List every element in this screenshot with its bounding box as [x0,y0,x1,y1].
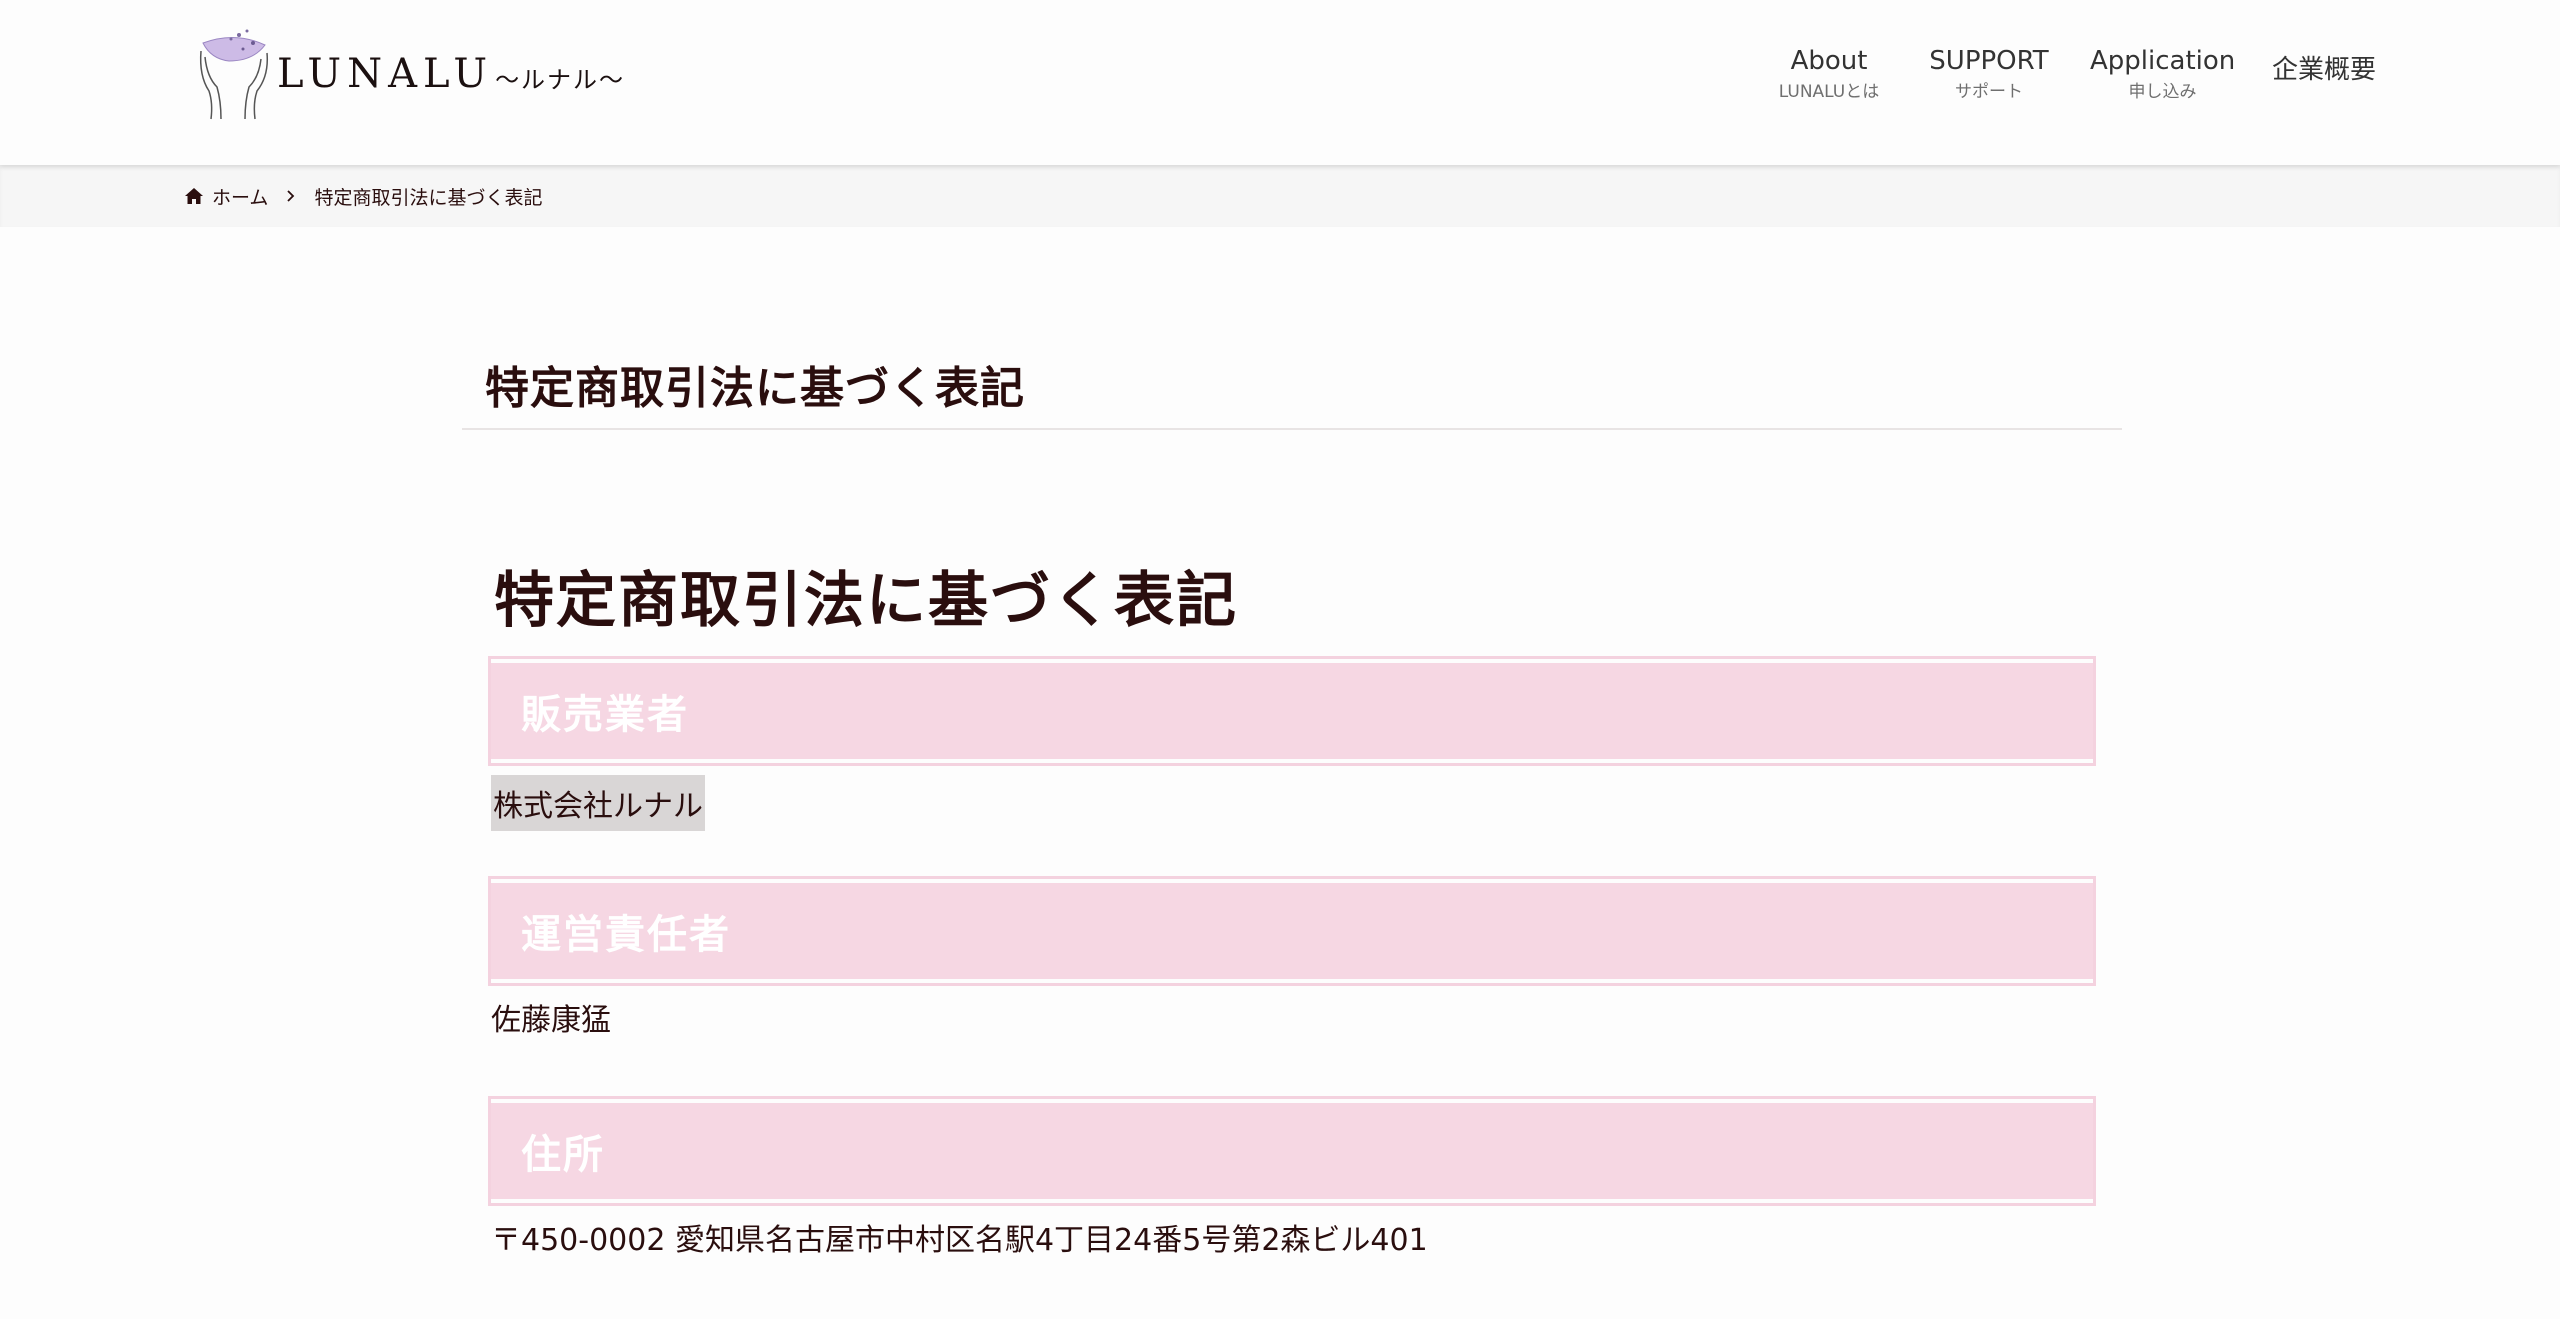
main-nav: About LUNALUとは SUPPORT サポート Application … [0,44,2560,114]
breadcrumb-current: 特定商取引法に基づく表記 [314,186,543,209]
breadcrumb-home-label: ホーム [212,186,269,209]
page-title: 特定商取引法に基づく表記 [485,363,1025,414]
manager-name: 佐藤康猛 [491,1003,611,1038]
nav-item-about[interactable]: About LUNALUとは [1770,44,1888,104]
breadcrumb-home-link[interactable]: ホーム [184,183,268,210]
section-heading-manager: 運営責任者 [488,876,2096,986]
section-body-seller: 株式会社ルナル [491,763,2093,879]
title-divider [462,428,2122,430]
nav-item-company[interactable]: 企業概要 [2268,53,2380,87]
chevron-right-icon [287,190,295,202]
nav-item-sublabel: サポート [1955,82,2023,102]
nav-item-label: 企業概要 [2271,55,2376,85]
nav-item-label: Application [2090,46,2236,76]
section-heading-seller: 販売業者 [488,656,2096,766]
nav-item-sublabel: 申し込み [2128,82,2197,102]
nav-item-application[interactable]: Application 申し込み [2090,44,2235,104]
nav-item-label: SUPPORT [1929,46,2049,76]
nav-item-sublabel: LUNALUとは [1778,82,1880,102]
breadcrumb: ホーム 特定商取引法に基づく表記 [0,165,2560,227]
seller-name: 株式会社ルナル [491,775,705,831]
content-heading: 特定商取引法に基づく表記 [494,566,1238,636]
section-heading-address: 住所 [488,1096,2096,1206]
section-body-manager: 佐藤康猛 [491,983,2093,1099]
section-heading-label: 運営責任者 [521,912,731,958]
address-text: 〒450-0002 愛知県名古屋市中村区名駅4丁目24番5号第2森ビル401 [491,1223,1428,1258]
nav-item-support[interactable]: SUPPORT サポート [1924,44,2054,104]
nav-item-label: About [1790,46,1868,76]
section-heading-label: 販売業者 [521,692,689,738]
section-heading-label: 住所 [521,1132,605,1178]
site-header: LUNALU 〜ルナル〜 About LUNALUとは SUPPORT サポート… [0,0,2560,165]
home-icon [185,188,203,204]
main-content: 特定商取引法に基づく表記 販売業者 株式会社ルナル 運営責任者 佐藤康猛 住所 … [488,555,2096,1319]
